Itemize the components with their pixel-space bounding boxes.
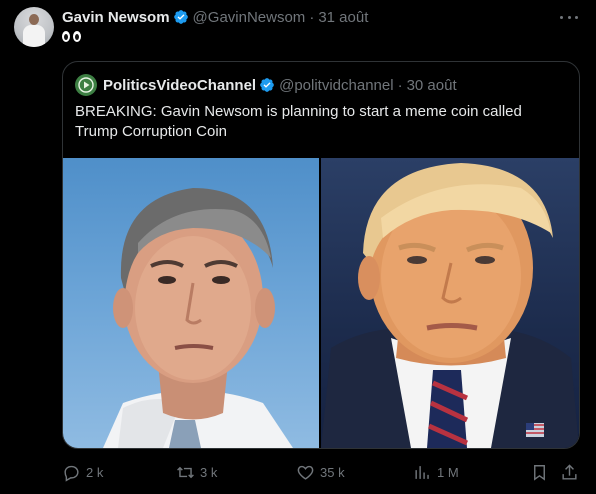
trump-portrait-photo[interactable] xyxy=(321,158,579,448)
verified-badge-icon xyxy=(260,78,274,92)
separator-dot: · xyxy=(397,76,403,94)
quoted-author-avatar xyxy=(75,74,97,96)
author-name[interactable]: Gavin Newsom xyxy=(62,9,170,26)
tweet-text xyxy=(62,29,81,47)
views-count: 1 M xyxy=(437,464,459,480)
separator-dot: · xyxy=(309,8,315,26)
repost-count: 3 k xyxy=(200,464,218,480)
reply-button[interactable]: 2 k xyxy=(62,460,103,484)
like-count: 35 k xyxy=(320,464,345,480)
tweet-header: Gavin Newsom @GavinNewsom · 31 août xyxy=(62,7,368,27)
quoted-media xyxy=(63,158,579,448)
author-handle[interactable]: @GavinNewsom xyxy=(193,9,306,26)
newsom-portrait-image xyxy=(103,188,293,448)
more-dot xyxy=(575,15,578,19)
analytics-icon xyxy=(415,465,429,479)
quoted-tweet-text: BREAKING: Gavin Newsom is planning to st… xyxy=(75,103,522,140)
reply-icon xyxy=(64,465,79,482)
tweet-date[interactable]: 31 août xyxy=(318,9,368,26)
share-icon xyxy=(562,463,577,480)
verified-badge-icon xyxy=(173,10,188,24)
quoted-tweet-header: PoliticsVideoChannel @politvidchannel · … xyxy=(75,74,457,96)
more-options-icon[interactable] xyxy=(560,7,578,27)
avatar-torso xyxy=(23,25,45,47)
quoted-tweet-card[interactable]: PoliticsVideoChannel @politvidchannel · … xyxy=(62,61,580,449)
author-avatar[interactable] xyxy=(14,7,54,47)
avatar-head xyxy=(29,14,39,25)
views-button[interactable]: 1 M xyxy=(413,460,459,484)
action-bar: 2 k 3 k 35 k 1 M xyxy=(62,460,582,484)
bookmark-button[interactable] xyxy=(530,460,554,484)
newsom-portrait-photo[interactable] xyxy=(63,158,319,448)
eyes-emoji-icon xyxy=(62,31,81,42)
trump-portrait-image xyxy=(321,163,579,448)
share-button[interactable] xyxy=(560,460,584,484)
like-button[interactable]: 35 k xyxy=(296,460,345,484)
quoted-author-handle: @politvidchannel xyxy=(279,76,394,94)
play-logo-icon xyxy=(78,77,94,93)
more-dot xyxy=(560,15,563,19)
repost-icon xyxy=(177,466,194,478)
heart-icon xyxy=(297,465,314,480)
bookmark-icon xyxy=(534,464,545,481)
repost-button[interactable]: 3 k xyxy=(176,460,217,484)
reply-count: 2 k xyxy=(86,464,104,480)
eye-left xyxy=(62,31,70,42)
more-dot xyxy=(567,15,571,19)
eye-right xyxy=(73,31,81,42)
quoted-author-name: PoliticsVideoChannel xyxy=(103,76,257,94)
quoted-tweet-date: 30 août xyxy=(406,76,457,94)
